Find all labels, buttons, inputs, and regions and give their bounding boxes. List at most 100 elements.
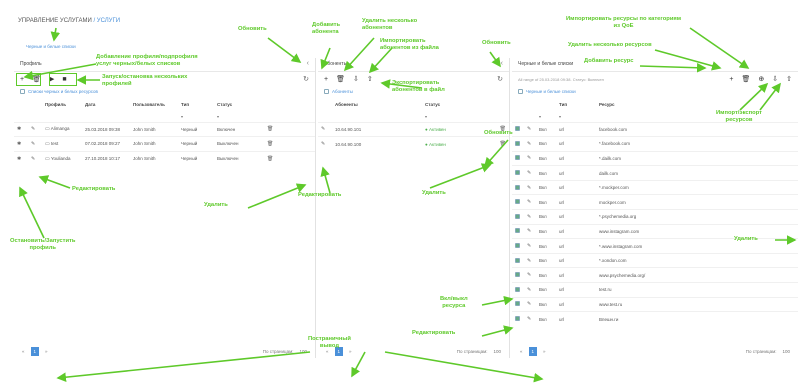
resource-state[interactable]: Вкл — [536, 209, 556, 225]
resource-state[interactable]: Вкл — [536, 282, 556, 298]
column-header-resource[interactable]: Ресурс — [596, 96, 798, 112]
delete-icon[interactable]: 🗑 — [267, 141, 273, 147]
per-page-select[interactable]: 100 — [299, 349, 307, 354]
resource-value[interactable]: *.psychemedia.org — [596, 209, 798, 225]
stop-start-icon[interactable]: ✱ — [17, 141, 21, 147]
prev-page-button[interactable]: « — [520, 349, 523, 354]
edit-icon[interactable]: ✎ — [527, 199, 531, 205]
row-checkbox[interactable] — [515, 316, 520, 322]
resources-link[interactable]: Черные и белые списки — [526, 89, 576, 94]
import-categories-icon[interactable]: ⊕ — [758, 76, 764, 83]
edit-icon[interactable]: ✎ — [527, 126, 531, 132]
table-row[interactable]: ✎ Вкл url mockper.com — [512, 194, 798, 210]
resource-value[interactable]: *.dailk.com — [596, 150, 798, 166]
row-checkbox[interactable] — [515, 272, 520, 278]
per-page-select[interactable]: 100 — [493, 349, 501, 354]
resource-value[interactable]: www.test.ru — [596, 296, 798, 312]
stop-start-icon[interactable]: ✱ — [17, 156, 21, 162]
state-filter-dropdown[interactable]: ▾ — [536, 112, 556, 122]
resource-state[interactable]: Вкл — [536, 238, 556, 254]
column-header-subscriber[interactable]: Абоненты — [332, 96, 422, 112]
resource-value[interactable]: *.xondon.com — [596, 252, 798, 268]
row-checkbox[interactable] — [515, 286, 520, 292]
edit-icon[interactable]: ✎ — [527, 228, 531, 234]
resource-state[interactable]: Вкл — [536, 223, 556, 239]
resource-state[interactable]: Вкл — [536, 121, 556, 137]
table-row[interactable]: ✎ Вкл url facebook.com — [512, 121, 798, 137]
edit-icon[interactable]: ✎ — [527, 316, 531, 322]
resource-value[interactable]: mockper.com — [596, 194, 798, 210]
add-resource-button[interactable]: + — [729, 76, 733, 83]
subscriber-ip[interactable]: 10.64.90.100 — [332, 136, 422, 152]
import-subscribers-icon[interactable]: ⇩ — [353, 76, 359, 83]
refresh-icon[interactable]: ↻ — [497, 75, 503, 83]
next-page-button[interactable]: » — [45, 349, 48, 354]
profile-name[interactable]: test — [51, 141, 58, 146]
column-header-user[interactable]: Пользователь — [130, 96, 178, 112]
refresh-icon[interactable]: ↻ — [303, 75, 309, 83]
resource-value[interactable]: *.mockper.com — [596, 179, 798, 195]
next-page-button[interactable]: » — [543, 349, 546, 354]
edit-icon[interactable]: ✎ — [527, 141, 531, 147]
edit-icon[interactable]: ✎ — [321, 126, 325, 132]
subscribers-link[interactable]: Абоненты — [332, 89, 353, 94]
edit-icon[interactable]: ✎ — [527, 272, 531, 278]
table-row[interactable]: ✎ Вкл url *.xondon.com — [512, 252, 798, 268]
resource-state[interactable]: Вкл — [536, 194, 556, 210]
table-row[interactable]: ✎ Вкл url www.psychemedia.org/ — [512, 267, 798, 283]
delete-icon[interactable]: 🗑 — [267, 156, 273, 162]
current-page-button[interactable]: 1 — [30, 346, 40, 356]
resource-state[interactable]: Вкл — [536, 165, 556, 181]
table-row[interactable]: ✎ Вкл url *.psychemedia.org — [512, 209, 798, 225]
row-checkbox[interactable] — [515, 140, 520, 146]
collapse-icon[interactable]: ‹ — [307, 60, 309, 67]
column-header-status[interactable]: Статус — [214, 96, 264, 112]
type-filter-dropdown[interactable]: ▾ — [178, 112, 214, 122]
stop-start-icon[interactable]: ✱ — [17, 126, 21, 132]
per-page-select[interactable]: 100 — [782, 349, 790, 354]
edit-icon[interactable]: ✎ — [527, 301, 531, 307]
resource-value[interactable]: *.www.instagram.com — [596, 238, 798, 254]
resource-state[interactable]: Вкл — [536, 311, 556, 327]
row-checkbox[interactable] — [515, 228, 520, 234]
edit-icon[interactable]: ✎ — [31, 126, 35, 132]
edit-icon[interactable]: ✎ — [527, 155, 531, 161]
resource-value[interactable]: facebook.com — [596, 121, 798, 137]
current-page-button[interactable]: 1 — [528, 346, 538, 356]
row-checkbox[interactable] — [515, 257, 520, 263]
collapse-icon[interactable]: ‹ — [501, 60, 503, 67]
column-header-profile[interactable]: Профиль — [42, 96, 82, 112]
table-row[interactable]: ✱ ✎ ▭ Youlianda 27.10.2018 10:17 John Sm… — [14, 150, 315, 166]
row-checkbox[interactable] — [515, 199, 520, 205]
resource-value[interactable]: www.psychemedia.org/ — [596, 267, 798, 283]
column-header-type[interactable]: Тип — [556, 96, 596, 112]
resource-state[interactable]: Вкл — [536, 150, 556, 166]
resource-value[interactable]: Впешн.ги — [596, 311, 798, 327]
table-row[interactable]: ✎ Вкл url *.dailk.com — [512, 150, 798, 166]
resource-state[interactable]: Вкл — [536, 296, 556, 312]
edit-icon[interactable]: ✎ — [527, 287, 531, 293]
type-filter-dropdown[interactable]: ▾ — [556, 112, 596, 122]
table-row[interactable]: ✎ Вкл url test.ru — [512, 282, 798, 298]
breadcrumb-section[interactable]: УПРАВЛЕНИЕ УСЛУГАМИ — [18, 18, 92, 24]
row-checkbox[interactable] — [515, 170, 520, 176]
resource-state[interactable]: Вкл — [536, 267, 556, 283]
edit-icon[interactable]: ✎ — [527, 243, 531, 249]
resource-state[interactable]: Вкл — [536, 136, 556, 152]
table-row[interactable]: ✱ ✎ ▭ test 07.02.2018 09:27 John Smith Ч… — [14, 136, 315, 152]
table-row[interactable]: ✎ Вкл url Впешн.ги — [512, 311, 798, 327]
row-checkbox[interactable] — [515, 155, 520, 161]
table-row[interactable]: ✎ 10.64.90.101 ● Активен 🗑 — [318, 121, 509, 137]
edit-icon[interactable]: ✎ — [321, 141, 325, 147]
status-filter-dropdown[interactable]: ▾ — [214, 112, 264, 122]
profiles-link[interactable]: Списки черных и белых ресурсов — [28, 89, 98, 94]
delete-icon[interactable]: 🗑 — [500, 141, 506, 147]
resource-value[interactable]: www.instagram.com — [596, 223, 798, 239]
resource-value[interactable]: test.ru — [596, 282, 798, 298]
select-all-checkbox[interactable] — [518, 88, 523, 94]
table-row[interactable]: ✎ Вкл url *.mockper.com — [512, 179, 798, 195]
resource-value[interactable]: dailk.com — [596, 165, 798, 181]
table-row[interactable]: ✎ Вкл url *.facebook.com — [512, 136, 798, 152]
column-header-status[interactable]: Статус — [422, 96, 497, 112]
prev-page-button[interactable]: « — [22, 349, 25, 354]
